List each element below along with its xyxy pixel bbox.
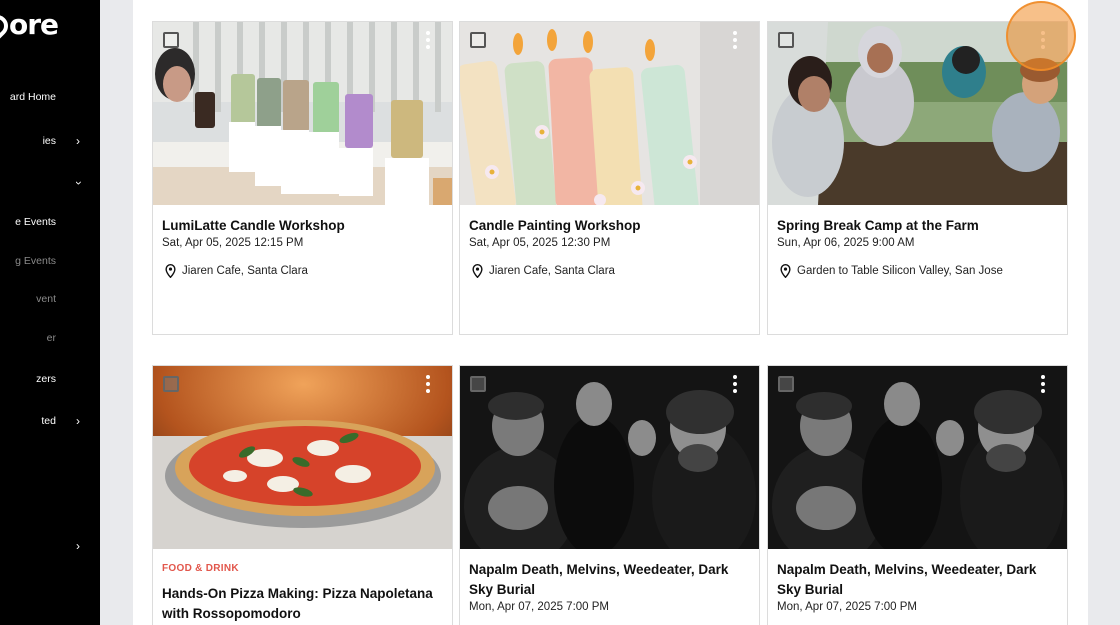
event-card[interactable]: Napalm Death, Melvins, Weedeater, Dark S… xyxy=(767,365,1068,625)
sidebar-item-label: e Events xyxy=(15,216,56,228)
sidebar-item-label: ard Home xyxy=(9,91,56,103)
sidebar-item-active-events[interactable]: e Events xyxy=(0,212,100,234)
sidebar-item-promoted[interactable]: ted › xyxy=(0,411,100,433)
event-image xyxy=(460,366,759,549)
select-checkbox[interactable] xyxy=(470,376,486,392)
event-location: Jiaren Cafe, Santa Clara xyxy=(469,264,751,278)
sidebar-item-label: vent xyxy=(36,293,56,305)
event-category-badge: FOOD & DRINK xyxy=(162,563,239,574)
event-card[interactable]: Napalm Death, Melvins, Weedeater, Dark S… xyxy=(459,365,760,625)
event-location: Garden to Table Silicon Valley, San Jose xyxy=(777,264,1059,278)
event-image xyxy=(460,22,759,205)
kebab-menu-icon[interactable] xyxy=(426,375,430,393)
kebab-menu-icon[interactable] xyxy=(426,31,430,49)
map-pin-icon xyxy=(165,264,176,278)
select-checkbox[interactable] xyxy=(163,32,179,48)
app-logo[interactable]: ore xyxy=(0,8,59,42)
event-location-text: Jiaren Cafe, Santa Clara xyxy=(489,265,615,277)
event-image xyxy=(153,366,452,549)
sidebar-item-pending-events[interactable]: g Events xyxy=(0,251,100,273)
event-card-body: Spring Break Camp at the Farm Sun, Apr 0… xyxy=(777,216,1059,278)
map-pin-icon xyxy=(780,264,791,278)
chevron-down-icon: › xyxy=(72,181,86,185)
sidebar-item-label: g Events xyxy=(15,255,56,267)
event-date: Sat, Apr 05, 2025 12:15 PM xyxy=(162,237,304,249)
sidebar-item-label: ies xyxy=(42,135,56,147)
event-card-body: FOOD & DRINK Hands-On Pizza Making: Pizz… xyxy=(162,563,444,624)
chevron-right-icon: › xyxy=(76,414,80,428)
event-card-body: LumiLatte Candle Workshop Sat, Apr 05, 2… xyxy=(162,216,444,278)
sidebar-item-more[interactable]: › xyxy=(0,536,100,558)
sidebar-item-dashboard-home[interactable]: ard Home xyxy=(0,87,100,109)
sidebar-item-label: ted xyxy=(41,415,56,427)
select-checkbox[interactable] xyxy=(778,376,794,392)
select-checkbox[interactable] xyxy=(470,32,486,48)
sidebar-item-label: zers xyxy=(36,373,56,385)
cursor-highlight xyxy=(1006,1,1076,71)
chevron-right-icon: › xyxy=(76,134,80,148)
sidebar-item-events-group[interactable]: › xyxy=(0,173,100,195)
event-date: Sun, Apr 06, 2025 9:00 AM xyxy=(777,237,915,249)
kebab-menu-icon[interactable] xyxy=(733,31,737,49)
event-date: Mon, Apr 07, 2025 7:00 PM xyxy=(777,601,918,613)
logo-text: ore xyxy=(9,8,59,41)
event-title[interactable]: LumiLatte Candle Workshop xyxy=(162,216,444,236)
event-title[interactable]: Spring Break Camp at the Farm xyxy=(777,216,1059,236)
sidebar-item-label: er xyxy=(46,332,56,344)
event-image xyxy=(768,366,1067,549)
event-card-body: Napalm Death, Melvins, Weedeater, Dark S… xyxy=(777,560,1059,613)
sidebar-item-organizers[interactable]: zers xyxy=(0,369,100,391)
event-title[interactable]: Hands-On Pizza Making: Pizza Napoletana … xyxy=(162,584,444,624)
event-image xyxy=(153,22,452,205)
event-card[interactable]: LumiLatte Candle Workshop Sat, Apr 05, 2… xyxy=(152,21,453,335)
event-title[interactable]: Napalm Death, Melvins, Weedeater, Dark S… xyxy=(777,560,1059,600)
event-card-body: Candle Painting Workshop Sat, Apr 05, 20… xyxy=(469,216,751,278)
event-location: Jiaren Cafe, Santa Clara xyxy=(162,264,444,278)
chevron-right-icon: › xyxy=(76,539,80,553)
event-title[interactable]: Napalm Death, Melvins, Weedeater, Dark S… xyxy=(469,560,751,600)
event-card-body: Napalm Death, Melvins, Weedeater, Dark S… xyxy=(469,560,751,613)
event-date: Mon, Apr 07, 2025 7:00 PM xyxy=(469,601,610,613)
event-card[interactable]: Candle Painting Workshop Sat, Apr 05, 20… xyxy=(459,21,760,335)
kebab-menu-icon[interactable] xyxy=(733,375,737,393)
sidebar: ore ard Home ies › › e Events g Events v… xyxy=(0,0,100,625)
events-grid: LumiLatte Candle Workshop Sat, Apr 05, 2… xyxy=(133,0,1088,625)
event-card[interactable]: Spring Break Camp at the Farm Sun, Apr 0… xyxy=(767,21,1068,335)
sidebar-item-other[interactable]: er xyxy=(0,328,100,350)
event-date: Sat, Apr 05, 2025 12:30 PM xyxy=(469,237,611,249)
event-title[interactable]: Candle Painting Workshop xyxy=(469,216,751,236)
select-checkbox[interactable] xyxy=(778,32,794,48)
select-checkbox[interactable] xyxy=(163,376,179,392)
sidebar-item-categories[interactable]: ies › xyxy=(0,131,100,153)
event-location-text: Garden to Table Silicon Valley, San Jose xyxy=(797,265,1003,277)
page-background-edge xyxy=(1088,0,1120,625)
sidebar-item-add-event[interactable]: vent xyxy=(0,289,100,311)
event-location-text: Jiaren Cafe, Santa Clara xyxy=(182,265,308,277)
event-card[interactable]: FOOD & DRINK Hands-On Pizza Making: Pizz… xyxy=(152,365,453,625)
map-pin-icon xyxy=(472,264,483,278)
kebab-menu-icon[interactable] xyxy=(1041,375,1045,393)
